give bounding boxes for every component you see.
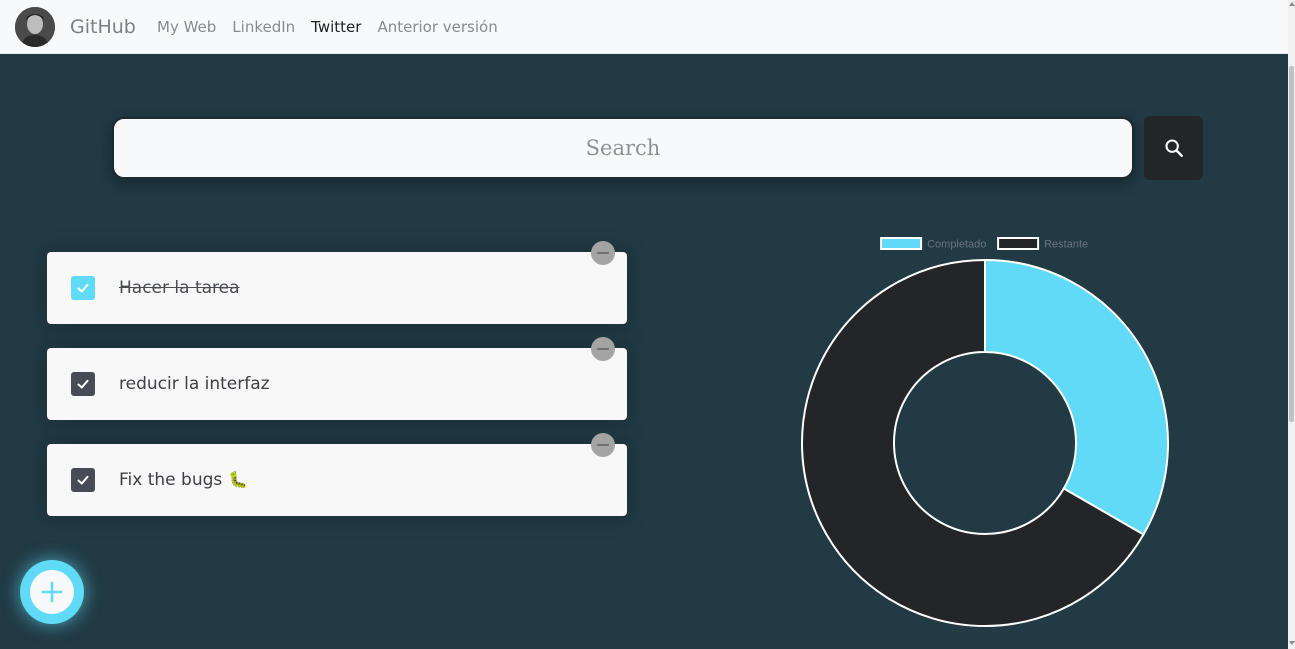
nav-link-my-web[interactable]: My Web <box>157 16 216 38</box>
nav-link-anterior-version[interactable]: Anterior versión <box>377 16 497 38</box>
todo-item: reducir la interfaz <box>47 337 627 420</box>
page-scrollbar[interactable] <box>1288 0 1295 649</box>
scroll-up-arrow-icon[interactable] <box>1289 2 1295 6</box>
legend-label-restante[interactable]: Restante <box>1044 239 1088 251</box>
todo-item: Fix the bugs 🐛 <box>47 433 627 516</box>
scroll-down-arrow-icon[interactable] <box>1289 641 1295 645</box>
nav-link-linkedin[interactable]: LinkedIn <box>232 16 295 38</box>
bug-icon: 🐛 <box>228 470 249 489</box>
chart-slices <box>801 258 1169 627</box>
check-icon <box>77 379 89 389</box>
chart-slice-completado[interactable] <box>984 258 1169 536</box>
todo-checkbox[interactable] <box>71 468 95 492</box>
delete-todo-button[interactable] <box>591 241 615 265</box>
doughnut-chart-svg: Completado Restante <box>801 237 1169 627</box>
todo-text: Fix the bugs 🐛 <box>119 468 248 492</box>
legend-label-completado[interactable]: Completado <box>927 239 986 251</box>
check-icon <box>77 283 89 293</box>
avatar[interactable] <box>15 7 55 47</box>
delete-todo-button[interactable] <box>591 433 615 457</box>
search-input[interactable] <box>112 117 1134 179</box>
progress-chart: Completado Restante <box>790 228 1180 638</box>
minus-icon <box>597 348 609 350</box>
legend-swatch-restante[interactable] <box>997 237 1040 250</box>
minus-icon <box>597 252 609 254</box>
search-button[interactable] <box>1144 116 1203 180</box>
top-navbar: GitHub My Web LinkedIn Twitter Anterior … <box>0 0 1288 54</box>
delete-todo-button[interactable] <box>591 337 615 361</box>
check-icon <box>77 475 89 485</box>
add-todo-button[interactable] <box>20 560 84 624</box>
nav-links: My Web LinkedIn Twitter Anterior versión <box>157 16 498 38</box>
todo-checkbox[interactable] <box>71 276 95 300</box>
brand-link[interactable]: GitHub <box>70 14 136 40</box>
scroll-thumb[interactable] <box>1289 66 1294 422</box>
app-page: GitHub My Web LinkedIn Twitter Anterior … <box>0 0 1295 649</box>
todo-checkbox[interactable] <box>71 372 95 396</box>
avatar-photo <box>15 7 55 47</box>
plus-icon <box>41 581 63 603</box>
nav-link-twitter[interactable]: Twitter <box>311 16 361 38</box>
minus-icon <box>597 444 609 446</box>
todo-text: reducir la interfaz <box>119 374 270 394</box>
todo-text-label: Fix the bugs <box>119 470 223 490</box>
todo-item: Hacer la tarea <box>47 241 627 324</box>
legend-swatch-completado[interactable] <box>880 237 923 250</box>
fab-inner <box>30 570 74 614</box>
chart-legend: Completado Restante <box>880 237 1088 251</box>
search-icon <box>1164 139 1183 157</box>
todo-text: Hacer la tarea <box>119 278 240 298</box>
